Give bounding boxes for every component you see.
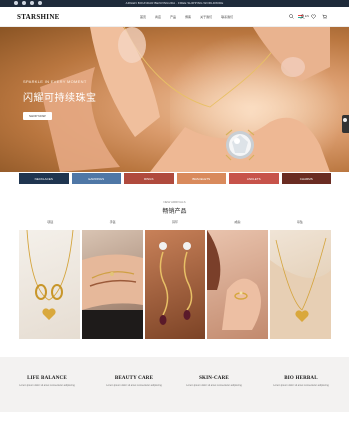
- feature-skin-care: SKIN-CARE Lorem ipsum dolor sit amet con…: [179, 376, 249, 387]
- menu-item-about[interactable]: 关于我们: [200, 15, 212, 19]
- menu-item-contact[interactable]: 联系我们: [221, 15, 233, 19]
- main-menu: 首页 商店 产品 博客 关于我们 联系我们: [140, 15, 233, 19]
- hero-content: SPARKLE IN EVERY MOMENT 闪耀可持续珠宝 SHOP NOW: [23, 79, 97, 122]
- tab-bracelets[interactable]: 手链: [81, 220, 143, 224]
- tab-pendants[interactable]: 吊坠: [269, 220, 331, 224]
- user-icon[interactable]: [300, 14, 305, 19]
- product-card-bracelet[interactable]: [81, 230, 143, 339]
- category-necklaces[interactable]: NECKLACES: [19, 173, 69, 184]
- menu-item-home[interactable]: 首页: [140, 15, 146, 19]
- hero-banner: SPARKLE IN EVERY MOMENT 闪耀可持续珠宝 SHOP NOW: [0, 27, 349, 172]
- search-icon[interactable]: [289, 14, 294, 19]
- tab-necklaces[interactable]: 项链: [19, 220, 81, 224]
- cart-icon[interactable]: [322, 14, 327, 19]
- features-section: LIFE BALANCE Lorem ipsum dolor sit amet …: [0, 357, 349, 412]
- feature-desc: Lorem ipsum dolor sit amet consectetur a…: [19, 384, 75, 387]
- site-logo[interactable]: STARSHINE: [17, 13, 60, 21]
- feature-beauty-care: BEAUTY CARE Lorem ipsum dolor sit amet c…: [99, 376, 169, 387]
- hero-subtitle: SPARKLE IN EVERY MOMENT: [23, 79, 87, 84]
- feature-title: BEAUTY CARE: [114, 376, 154, 381]
- products-section-header: NEW ARRIVALS 畅销产品: [0, 200, 349, 215]
- category-bracelets[interactable]: BRACELETS: [176, 173, 226, 184]
- product-grid: [19, 230, 331, 339]
- feature-life-balance: LIFE BALANCE Lorem ipsum dolor sit amet …: [12, 376, 82, 387]
- section-subtitle: NEW ARRIVALS: [163, 200, 186, 204]
- heart-icon[interactable]: [311, 14, 316, 19]
- category-strip: NECKLACES EARRINGS RINGS BRACELETS ANKLE…: [19, 173, 331, 184]
- product-image: [270, 237, 331, 339]
- tab-earrings[interactable]: 耳环: [144, 220, 206, 224]
- hero-title: 闪耀可持续珠宝: [23, 93, 97, 104]
- menu-item-blog[interactable]: 博客: [185, 15, 191, 19]
- product-card-necklace[interactable]: [19, 230, 80, 339]
- tab-rings[interactable]: 戒指: [206, 220, 268, 224]
- main-header: STARSHINE 首页 商店 产品 博客 关于我们 联系我们 EN: [0, 7, 349, 27]
- product-image: [158, 242, 192, 325]
- feature-desc: Lorem ipsum dolor sit amet consectetur a…: [106, 384, 162, 387]
- category-earrings[interactable]: EARRINGS: [71, 173, 121, 184]
- product-card-pendant[interactable]: [270, 230, 331, 339]
- settings-icon: [343, 118, 347, 122]
- product-image: [26, 230, 74, 320]
- category-charms[interactable]: CHARMS: [281, 173, 331, 184]
- promo-text: ARGEN BOUNDAR BENVINGUDA · FREE SHIPPING…: [125, 1, 224, 5]
- product-image: [207, 230, 262, 330]
- product-image: [81, 254, 143, 339]
- feature-desc: Lorem ipsum dolor sit amet consectetur a…: [186, 384, 242, 387]
- header-actions: [289, 14, 327, 19]
- category-rings[interactable]: RINGS: [124, 173, 174, 184]
- product-card-earrings[interactable]: [144, 230, 206, 339]
- product-tabs: 项链 手链 耳环 戒指 吊坠: [19, 220, 331, 224]
- hero-shop-button[interactable]: SHOP NOW: [23, 112, 52, 120]
- feature-title: BIO HERBAL: [284, 376, 318, 381]
- product-card-ring[interactable]: [207, 230, 269, 339]
- top-bar: ARGEN BOUNDAR BENVINGUDA · FREE SHIPPING…: [0, 0, 349, 7]
- category-anklets[interactable]: ANKLETS: [229, 173, 279, 184]
- feature-desc: Lorem ipsum dolor sit amet consectetur a…: [273, 384, 329, 387]
- menu-item-shop[interactable]: 商店: [155, 15, 161, 19]
- menu-item-products[interactable]: 产品: [170, 15, 176, 19]
- footer-strip: [0, 412, 349, 423]
- side-panel-tab[interactable]: [342, 115, 349, 133]
- feature-bio-herbal: BIO HERBAL Lorem ipsum dolor sit amet co…: [266, 376, 336, 387]
- feature-title: LIFE BALANCE: [27, 376, 67, 381]
- feature-title: SKIN-CARE: [199, 376, 229, 381]
- section-title: 畅销产品: [162, 209, 187, 215]
